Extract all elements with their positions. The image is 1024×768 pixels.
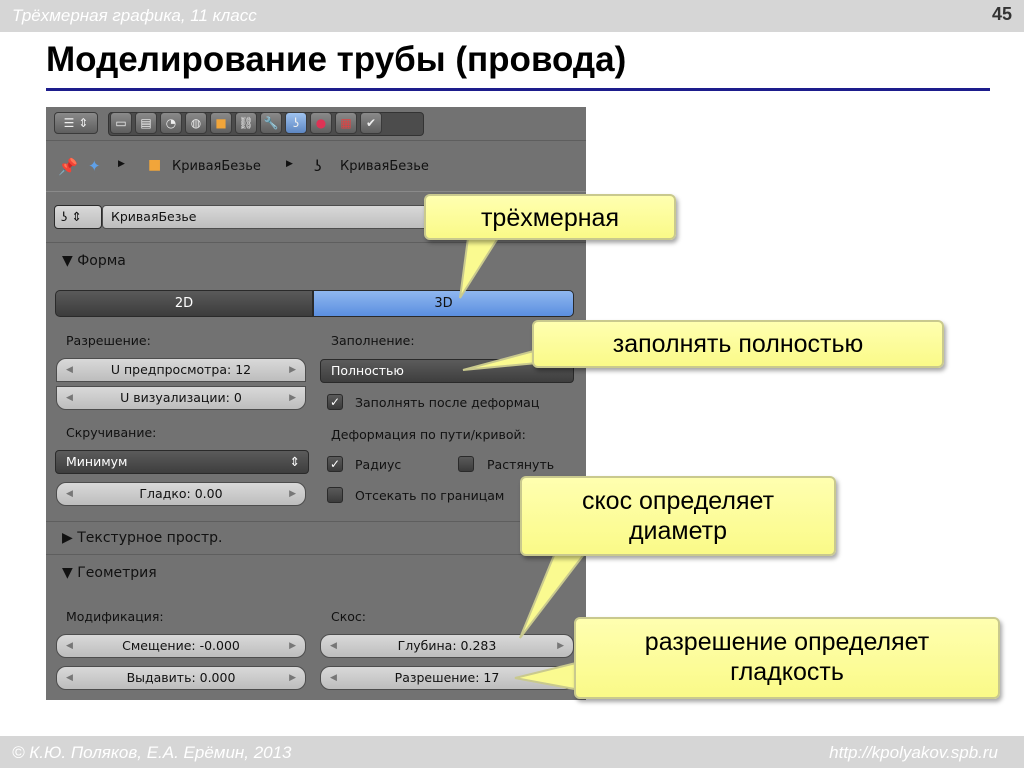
twist-mode-dropdown[interactable]: Минимум ⇕ xyxy=(55,450,309,474)
editor-type-button[interactable]: ☰ ⇕ xyxy=(54,112,98,134)
bevel-resolution-field[interactable]: ◀ Разрешение: 17 ▶ xyxy=(320,666,574,690)
increment-icon: ▶ xyxy=(557,641,564,651)
decrement-icon: ◀ xyxy=(66,673,73,683)
texture-section-header[interactable]: ▶ Текстурное простр. xyxy=(62,530,222,546)
increment-icon: ▶ xyxy=(289,641,296,651)
material-tab-icon[interactable]: ● xyxy=(310,112,332,134)
toggle-2d-button[interactable]: 2D xyxy=(55,290,313,317)
scene-icon: ✦ xyxy=(88,157,101,175)
stretch-checkbox[interactable] xyxy=(458,456,474,472)
increment-icon: ▶ xyxy=(289,365,296,375)
decrement-icon: ◀ xyxy=(330,641,337,651)
curve-data-tab-icon[interactable]: ʖ xyxy=(285,112,307,134)
path-deform-label: Деформация по пути/кривой: xyxy=(331,427,526,442)
expand-triangle-icon: ▼ xyxy=(62,253,73,269)
modifiers-tab-icon[interactable]: 🔧 xyxy=(260,112,282,134)
fill-label: Заполнение: xyxy=(331,333,415,348)
fill-deformed-checkbox[interactable]: ✓ xyxy=(327,394,343,410)
stretch-label: Растянуть xyxy=(487,457,555,472)
decrement-icon: ◀ xyxy=(330,673,337,683)
breadcrumb-data: КриваяБезье xyxy=(340,159,429,174)
object-icon: ■ xyxy=(148,157,162,173)
datablock-browse-button[interactable]: ʖ ⇕ xyxy=(54,205,102,229)
shape-section-header[interactable]: ▼ Форма xyxy=(62,253,126,269)
resolution-label: Разрешение: xyxy=(66,333,151,348)
world-tab-icon[interactable]: ◍ xyxy=(185,112,207,134)
expand-triangle-icon: ▼ xyxy=(62,565,73,581)
breadcrumb-object: КриваяБезье xyxy=(172,159,261,174)
callout-three-d: трёхмерная xyxy=(424,194,676,240)
updown-arrows-icon: ⇕ xyxy=(289,454,300,469)
callout-fill-full: заполнять полностью xyxy=(532,320,944,368)
decrement-icon: ◀ xyxy=(66,393,73,403)
bevel-label: Скос: xyxy=(331,609,367,624)
extrude-field[interactable]: ◀ Выдавить: 0.000 ▶ xyxy=(56,666,306,690)
physics-tab-icon[interactable]: ✔ xyxy=(360,112,382,134)
authors-label: © К.Ю. Поляков, Е.А. Ерёмин, 2013 xyxy=(12,743,292,762)
modification-label: Модификация: xyxy=(66,609,164,624)
breadcrumb-arrow-icon: ▶ xyxy=(286,159,293,169)
texture-tab-icon[interactable]: ▦ xyxy=(335,112,357,134)
callout-resolution: разрешение определяет гладкость xyxy=(574,617,1000,699)
site-url[interactable]: http://kpolyakov.spb.ru xyxy=(829,743,998,763)
decrement-icon: ◀ xyxy=(66,641,73,651)
object-tab-icon[interactable]: ■ xyxy=(210,112,232,134)
increment-icon: ▶ xyxy=(557,673,564,683)
bounds-clamp-label: Отсекать по границам xyxy=(355,488,505,503)
fill-deformed-label: Заполнять после деформац xyxy=(355,395,540,410)
decrement-icon: ◀ xyxy=(66,365,73,375)
smooth-field[interactable]: ◀ Гладко: 0.00 ▶ xyxy=(56,482,306,506)
bounds-clamp-checkbox[interactable] xyxy=(327,487,343,503)
collapsed-triangle-icon: ▶ xyxy=(62,530,73,546)
slide-title: Моделирование трубы (провода) xyxy=(46,40,627,79)
breadcrumb-arrow-icon: ▶ xyxy=(118,159,125,169)
decrement-icon: ◀ xyxy=(66,489,73,499)
toggle-3d-button[interactable]: 3D xyxy=(313,290,574,317)
increment-icon: ▶ xyxy=(289,673,296,683)
curve-icon: ʖ xyxy=(314,157,322,175)
page-number: 45 xyxy=(991,4,1012,24)
render-tab-icon[interactable]: ▭ xyxy=(110,112,132,134)
pin-icon[interactable]: 📌 xyxy=(58,157,78,176)
bevel-depth-field[interactable]: ◀ Глубина: 0.283 ▶ xyxy=(320,634,574,658)
callout-bevel: скос определяет диаметр xyxy=(520,476,836,556)
increment-icon: ▶ xyxy=(289,489,296,499)
title-underline xyxy=(46,88,990,91)
radius-checkbox[interactable]: ✓ xyxy=(327,456,343,472)
increment-icon: ▶ xyxy=(289,393,296,403)
preview-u-field[interactable]: ◀ U предпросмотра: 12 ▶ xyxy=(56,358,306,382)
offset-field[interactable]: ◀ Смещение: -0.000 ▶ xyxy=(56,634,306,658)
constraints-tab-icon[interactable]: ⛓ xyxy=(235,112,257,134)
geometry-section-header[interactable]: ▼ Геометрия xyxy=(62,565,157,581)
course-label: Трёхмерная графика, 11 класс xyxy=(12,6,257,25)
scene-tab-icon[interactable]: ◔ xyxy=(160,112,182,134)
twist-label: Скручивание: xyxy=(66,425,157,440)
render-u-field[interactable]: ◀ U визуализации: 0 ▶ xyxy=(56,386,306,410)
layers-tab-icon[interactable]: ▤ xyxy=(135,112,157,134)
radius-label: Радиус xyxy=(355,457,402,472)
